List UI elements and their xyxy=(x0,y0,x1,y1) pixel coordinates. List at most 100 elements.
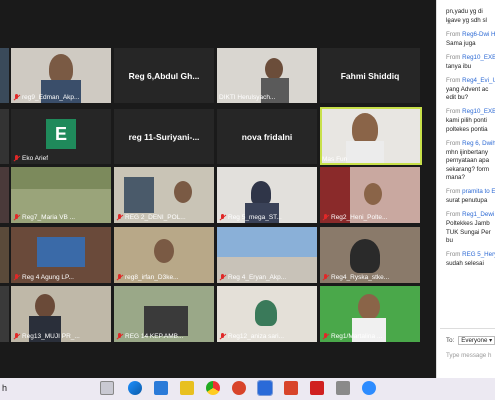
participant-caption: Reg7_Maria VB ... xyxy=(13,214,75,221)
video-tile[interactable]: DIKTI Herulsyach... xyxy=(217,48,317,103)
chat-message-text: kami pilih ponti xyxy=(446,117,487,124)
app-icon[interactable] xyxy=(232,381,246,395)
video-tile[interactable]: Reg 5_mega_ST... xyxy=(217,167,317,223)
participant-video xyxy=(364,183,382,205)
mic-muted-icon xyxy=(116,333,123,340)
mic-muted-icon xyxy=(13,214,20,221)
participant-caption: Reg12_aniza sari... xyxy=(219,333,284,340)
chat-message-text: surat penutupa xyxy=(446,197,488,204)
chat-message-sender: From Reg10_EXBE xyxy=(446,108,495,115)
chat-message-sender: From Reg 6, Dwih xyxy=(446,139,495,147)
participant-video xyxy=(251,181,271,205)
chat-message-sender: From Reg1_Dewi N xyxy=(446,211,495,218)
video-tile-active-speaker[interactable]: Mas Fun xyxy=(320,107,422,165)
chat-message-text: pn,yadu yg di xyxy=(446,8,483,15)
chat-message-sender: From Reg4_Evi_Ul xyxy=(446,76,495,84)
mic-muted-icon xyxy=(116,214,123,221)
participant-video xyxy=(346,141,384,163)
zoom-app-icon[interactable] xyxy=(362,381,376,395)
video-tile[interactable]: Reg7_Maria VB ... xyxy=(11,167,111,223)
mail-icon[interactable] xyxy=(154,381,168,395)
participant-caption: Reg1/Martalina ... xyxy=(322,333,382,340)
video-tile[interactable]: Reg 4 Agung LP... xyxy=(11,227,111,283)
mic-muted-icon xyxy=(13,333,20,340)
video-tile-partial[interactable] xyxy=(0,227,9,283)
participant-caption: Reg 5_mega_ST... xyxy=(219,214,282,221)
chat-message-text: bu xyxy=(446,237,453,244)
participant-video xyxy=(37,237,85,267)
participant-name: reg 11-Suriyani-... xyxy=(128,131,200,142)
participant-caption: Reg4_Ryska_stke... xyxy=(322,274,389,281)
pdf-reader-icon[interactable] xyxy=(310,381,324,395)
video-tile[interactable]: reg 11-Suriyani-... xyxy=(114,109,214,164)
mic-muted-icon xyxy=(219,274,226,281)
video-tile[interactable]: REG 2_DENI_POL... xyxy=(114,167,214,223)
participant-caption: Reg 4_Eryan_Akp... xyxy=(219,274,286,281)
chat-message-text: mhn ijinbertany xyxy=(446,148,488,156)
participant-caption: reg9_Edman_Akp... xyxy=(13,94,79,101)
zoom-app-icon[interactable] xyxy=(257,380,273,396)
video-tile[interactable]: Fahmi Shiddiq xyxy=(320,48,420,103)
chat-recipient-row: To: Everyone ▾ xyxy=(446,336,495,345)
participant-video xyxy=(174,181,192,203)
participant-caption: DIKTI Herulsyach... xyxy=(219,94,276,101)
participant-name: nova fridalni xyxy=(241,131,293,142)
chrome-icon[interactable] xyxy=(206,381,220,395)
task-view-icon[interactable] xyxy=(100,381,114,395)
mic-muted-icon xyxy=(219,333,226,340)
video-tile[interactable]: Reg4_Ryska_stke... xyxy=(320,227,420,283)
participant-video xyxy=(255,300,277,326)
video-tile-partial[interactable] xyxy=(0,109,9,164)
video-tile[interactable]: reg9_Edman_Akp... xyxy=(11,48,111,103)
windows-taskbar xyxy=(0,378,495,400)
file-explorer-icon[interactable] xyxy=(180,381,194,395)
video-tile[interactable]: Reg1/Martalina ... xyxy=(320,286,420,342)
mic-muted-icon xyxy=(116,274,123,281)
video-tile[interactable]: Reg13_MUJI PR_... xyxy=(11,286,111,342)
mic-muted-icon xyxy=(322,214,329,221)
powerpoint-icon[interactable] xyxy=(284,381,298,395)
video-tile[interactable]: Reg 4_Eryan_Akp... xyxy=(217,227,317,283)
chevron-down-icon: ▾ xyxy=(489,337,493,344)
participant-caption: reg8_irfan_D3ke... xyxy=(116,274,178,281)
chat-message-sender: From REG 5_Hery xyxy=(446,251,495,258)
video-tile[interactable]: REG 14 KEP.AMB... xyxy=(114,286,214,342)
chat-message-text: mana? xyxy=(446,174,465,181)
video-tile-partial[interactable] xyxy=(0,48,9,103)
mic-muted-icon xyxy=(219,214,226,221)
participant-caption: REG 2_DENI_POL... xyxy=(116,214,186,221)
video-tile[interactable]: Reg2_Heni_Polte... xyxy=(320,167,420,223)
chat-message-text: poltekes pontia xyxy=(446,125,488,133)
video-tile[interactable]: Reg12_aniza sari... xyxy=(217,286,317,342)
participant-video xyxy=(11,167,111,189)
recipient-select[interactable]: Everyone ▾ xyxy=(458,336,495,345)
participant-video xyxy=(124,177,154,213)
participant-video xyxy=(144,306,188,336)
participant-video xyxy=(350,239,380,273)
taskbar-search-text[interactable]: h xyxy=(2,383,7,393)
participant-caption: REG 14 KEP.AMB... xyxy=(116,333,183,340)
participant-video xyxy=(154,239,174,263)
chat-message-text: pernyataan apa xyxy=(446,157,490,164)
participant-video xyxy=(265,58,283,80)
chat-message-sender: From Reg6-Dwi H xyxy=(446,30,495,38)
chat-message-text: Poltekkes Jamb xyxy=(446,220,490,227)
video-tile[interactable]: reg8_irfan_D3ke... xyxy=(114,227,214,283)
chat-message-text: yang Advent ac xyxy=(446,85,489,93)
chat-message-text: Sama juga xyxy=(446,39,476,47)
video-tile[interactable]: E Eko Arief xyxy=(11,109,111,164)
chat-message-input[interactable]: Type message h xyxy=(446,352,491,359)
gallery-view: reg9_Edman_Akp... Reg 6,Abdul Gh... DIKT… xyxy=(0,0,436,378)
chat-message-text: edit bu? xyxy=(446,94,469,101)
participant-caption: Reg13_MUJI PR_... xyxy=(13,333,80,340)
video-tile[interactable]: nova fridalni xyxy=(217,109,317,164)
mic-muted-icon xyxy=(322,333,329,340)
edge-browser-icon[interactable] xyxy=(128,381,142,395)
participant-name: Fahmi Shiddiq xyxy=(340,70,400,81)
app-icon[interactable] xyxy=(336,381,350,395)
video-tile-partial[interactable] xyxy=(0,167,9,223)
video-tile[interactable]: Reg 6,Abdul Gh... xyxy=(114,48,214,103)
mic-muted-icon xyxy=(13,94,20,101)
video-tile-partial[interactable] xyxy=(0,286,9,342)
mic-muted-icon xyxy=(13,274,20,281)
